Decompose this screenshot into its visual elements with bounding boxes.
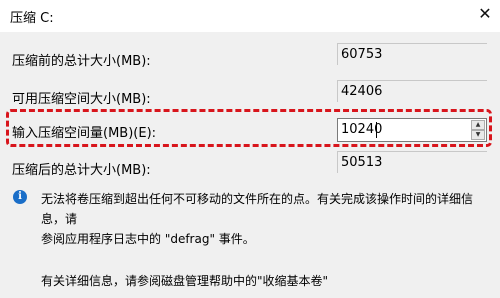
available-space-label: 可用压缩空间大小(MB): bbox=[12, 92, 151, 107]
help-note: 有关详细信息，请参阅磁盘管理帮助中的"收缩基本卷" bbox=[41, 274, 329, 288]
spin-down-button[interactable]: ▼ bbox=[471, 130, 485, 140]
close-button[interactable]: ✕ bbox=[470, 0, 500, 32]
shrink-amount-label: 输入压缩空间量(MB)(E): bbox=[12, 126, 157, 141]
info-icon: i bbox=[13, 190, 27, 204]
total-after-value: 50513 bbox=[337, 151, 487, 173]
available-space-value: 42406 bbox=[337, 80, 487, 102]
spinner-buttons: ▲ ▼ bbox=[471, 120, 485, 140]
text-caret bbox=[376, 122, 377, 138]
total-after-label: 压缩后的总计大小(MB): bbox=[12, 163, 151, 178]
info-line-1: 无法将卷压缩到超出任何不可移动的文件所在的点。有关完成该操作时间的详细信息，请 bbox=[41, 192, 474, 226]
shrink-amount-spinner[interactable]: ▲ ▼ bbox=[337, 118, 487, 142]
info-message: 无法将卷压缩到超出任何不可移动的文件所在的点。有关完成该操作时间的详细信息，请 … bbox=[41, 189, 491, 249]
spin-up-button[interactable]: ▲ bbox=[471, 120, 485, 130]
dialog-content: 压缩前的总计大小(MB): 60753 可用压缩空间大小(MB): 42406 … bbox=[0, 32, 500, 298]
window-title: 压缩 C: bbox=[10, 11, 54, 26]
shrink-amount-input[interactable] bbox=[341, 120, 461, 140]
title-bar: 压缩 C: ✕ bbox=[0, 0, 500, 32]
shrink-dialog: 压缩 C: ✕ 压缩前的总计大小(MB): 60753 可用压缩空间大小(MB)… bbox=[0, 0, 500, 298]
total-before-value: 60753 bbox=[337, 43, 487, 65]
info-line-2: 参阅应用程序日志中的 "defrag" 事件。 bbox=[41, 232, 255, 246]
total-before-label: 压缩前的总计大小(MB): bbox=[12, 54, 151, 69]
